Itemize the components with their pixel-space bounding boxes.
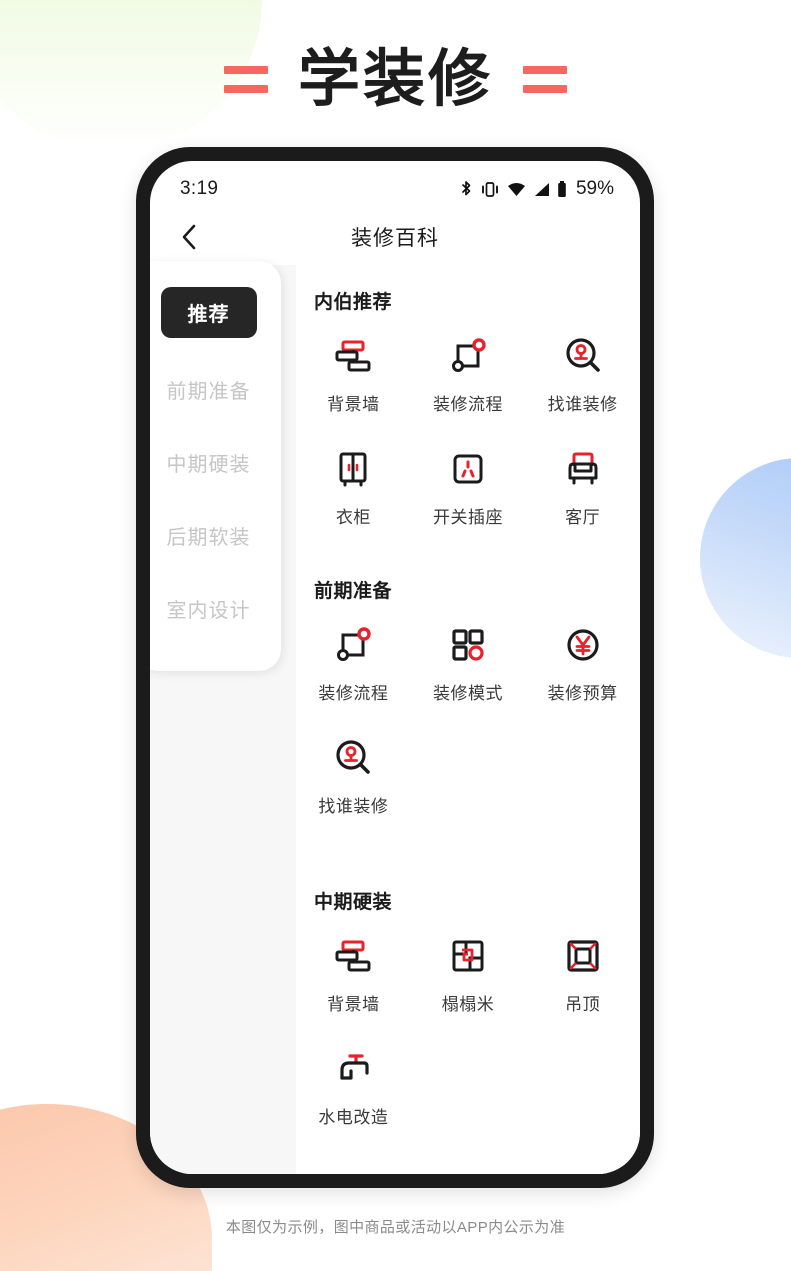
- wifi-icon: [507, 182, 525, 196]
- flow-square-icon: [331, 623, 375, 667]
- phone-screen: 3:19 59% 装修百科 推荐 前期准备 中期硬装 后期软装 室内设计 内伯推…: [150, 161, 640, 1174]
- sidebar-card: 推荐 前期准备 中期硬装 后期软装 室内设计: [150, 261, 281, 671]
- tile-grid: 背景墙 榻榻米 吊顶 水电改造: [296, 928, 640, 1134]
- page-title: 学装修: [297, 42, 493, 115]
- footer-disclaimer: 本图仅为示例，图中商品或活动以APP内公示为准: [225, 1219, 566, 1236]
- equals-bar: [223, 84, 268, 93]
- bluetooth-icon: [462, 180, 471, 195]
- tile-label: 背景墙: [327, 395, 380, 414]
- tile-label: 榻榻米: [441, 995, 495, 1014]
- page-title-row: 学装修: [0, 48, 791, 110]
- brick-wall-icon: [331, 334, 375, 378]
- tile-renovation-flow[interactable]: 装修流程: [296, 617, 411, 710]
- tile-label: 装修流程: [318, 684, 389, 703]
- equals-bar: [223, 65, 268, 74]
- app-body: 推荐 前期准备 中期硬装 后期软装 室内设计 内伯推荐 背景墙 装修流程 找谁装…: [150, 261, 640, 1174]
- tile-plumbing-electrical[interactable]: 水电改造: [296, 1041, 411, 1134]
- page-header-title: 装修百科: [351, 227, 439, 250]
- equals-bar: [523, 84, 567, 93]
- battery-percent: 59%: [575, 178, 614, 199]
- section-title: 中期硬装: [314, 892, 393, 913]
- tile-label: 装修模式: [432, 684, 503, 703]
- status-clock: 3:19: [180, 178, 219, 199]
- tile-label: 衣柜: [335, 508, 371, 527]
- tile-grid: 装修流程 装修模式 装修预算 找谁装修: [296, 617, 640, 823]
- vibrate-icon: [482, 181, 498, 197]
- yen-budget-icon: [561, 623, 605, 667]
- search-person-icon: [331, 736, 375, 780]
- section-mid-hard-decor: 中期硬装 背景墙 榻榻米 吊顶 水电改造: [296, 887, 640, 1134]
- sidebar-item-interior-design[interactable]: 室内设计: [150, 587, 281, 630]
- sidebar-item-mid-hard-decor[interactable]: 中期硬装: [150, 441, 281, 484]
- app-bar: 装修百科: [150, 209, 640, 265]
- tile-label: 装修流程: [432, 395, 503, 414]
- tile-switch-socket[interactable]: 开关插座: [411, 441, 526, 534]
- wardrobe-icon: [331, 447, 375, 491]
- ceiling-icon: [561, 934, 605, 978]
- signal-icon: [534, 182, 549, 196]
- flow-square-icon: [446, 334, 490, 378]
- tile-renovation-budget[interactable]: 装修预算: [525, 617, 640, 710]
- brick-wall-icon: [331, 934, 375, 978]
- tile-renovation-flow[interactable]: 装修流程: [411, 328, 526, 421]
- tile-label: 装修预算: [547, 684, 618, 703]
- tile-label: 开关插座: [432, 508, 503, 527]
- tile-label: 背景墙: [327, 995, 380, 1014]
- tile-background-wall[interactable]: 背景墙: [296, 328, 411, 421]
- section-title: 前期准备: [314, 581, 393, 602]
- tile-background-wall[interactable]: 背景墙: [296, 928, 411, 1021]
- tile-label: 水电改造: [318, 1108, 389, 1127]
- power-socket-icon: [446, 447, 490, 491]
- grid-mode-icon: [446, 623, 490, 667]
- tile-tatami[interactable]: 榻榻米: [411, 928, 526, 1021]
- status-bar: 3:19 59%: [150, 161, 640, 209]
- tile-find-contractor[interactable]: 找谁装修: [525, 328, 640, 421]
- status-icon-group: 59%: [459, 178, 614, 200]
- sidebar-item-recommend[interactable]: 推荐: [160, 287, 257, 338]
- tile-wardrobe[interactable]: 衣柜: [296, 441, 411, 534]
- equals-decoration-right: [523, 65, 567, 93]
- tile-renovation-mode[interactable]: 装修模式: [411, 617, 526, 710]
- section-recommend: 内伯推荐 背景墙 装修流程 找谁装修 衣柜 开关插座 客厅: [296, 287, 640, 534]
- sidebar-item-early-prep[interactable]: 前期准备: [150, 368, 281, 411]
- tile-find-contractor[interactable]: 找谁装修: [296, 730, 411, 823]
- phone-mockup: 3:19 59% 装修百科 推荐 前期准备 中期硬装 后期软装 室内设计 内伯推…: [136, 147, 654, 1188]
- tile-label: 吊顶: [565, 995, 601, 1014]
- tile-label: 找谁装修: [318, 797, 389, 816]
- armchair-icon: [561, 447, 605, 491]
- sidebar-item-late-soft-decor[interactable]: 后期软装: [150, 514, 281, 557]
- tile-living-room[interactable]: 客厅: [525, 441, 640, 534]
- battery-icon: [558, 180, 566, 197]
- tatami-icon: [446, 934, 490, 978]
- faucet-icon: [331, 1047, 375, 1091]
- section-title: 内伯推荐: [314, 292, 393, 313]
- section-early-prep: 前期准备 装修流程 装修模式 装修预算 找谁装修: [296, 576, 640, 823]
- category-sidebar: 推荐 前期准备 中期硬装 后期软装 室内设计: [150, 261, 296, 1174]
- category-content: 内伯推荐 背景墙 装修流程 找谁装修 衣柜 开关插座 客厅 前期准备 装修流程 …: [296, 265, 640, 1174]
- search-person-icon: [561, 334, 605, 378]
- tile-label: 客厅: [565, 508, 601, 527]
- back-button[interactable]: [172, 220, 206, 254]
- blue-blob-decoration: [700, 458, 791, 658]
- equals-decoration-left: [223, 65, 268, 93]
- tile-label: 找谁装修: [547, 395, 618, 414]
- chevron-left-icon: [182, 224, 196, 250]
- tile-ceiling[interactable]: 吊顶: [525, 928, 640, 1021]
- tile-grid: 背景墙 装修流程 找谁装修 衣柜 开关插座 客厅: [296, 328, 640, 534]
- promo-page: 学装修 3:19 59% 装修百科 推荐 前期准备 中期硬装 后期软装 室内设计…: [0, 0, 791, 1271]
- equals-bar: [523, 65, 567, 74]
